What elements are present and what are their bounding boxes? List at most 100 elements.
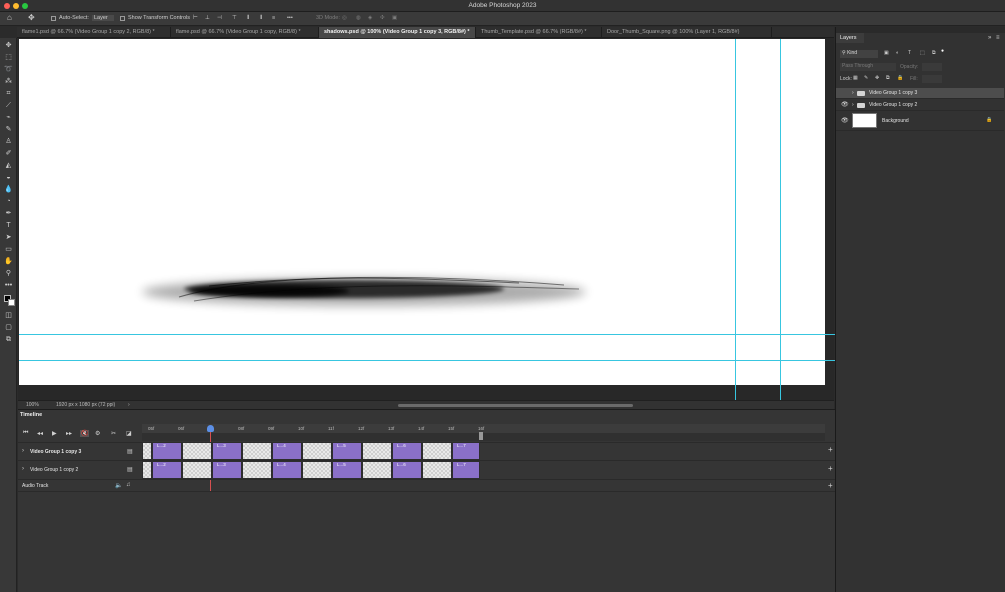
zoom-level[interactable]: 100% [26,402,39,408]
visibility-eye-icon[interactable]: 👁 [841,117,849,124]
expand-arrow-icon[interactable]: › [852,90,854,96]
transition-icon[interactable]: ◪ [126,430,132,437]
layer-row-group-copy-2[interactable]: 👁 › Video Group 1 copy 2 [836,99,1004,111]
clip[interactable] [182,461,212,479]
layer-row-group-copy-3[interactable]: › Video Group 1 copy 3 [836,88,1004,99]
lock-position-icon[interactable]: ✥ [875,75,879,81]
crop-tool-icon[interactable]: ⌗ [4,89,13,98]
status-menu-icon[interactable]: › [128,402,130,408]
filter-smart-icon[interactable]: ⧉ [932,50,936,56]
clip[interactable] [422,442,452,460]
history-brush-icon[interactable]: ✐ [4,149,13,158]
clip[interactable] [142,442,152,460]
3d-roll-icon[interactable]: ◍ [356,15,361,21]
opacity-field[interactable] [922,63,942,71]
blur-tool-icon[interactable]: 💧 [4,185,13,194]
filter-toggle-icon[interactable]: ● [941,48,944,54]
pen-tool-icon[interactable]: ✒ [4,209,13,218]
clip[interactable]: L...7 [452,442,480,460]
dodge-tool-icon[interactable]: ◔ [4,197,13,206]
background-color-swatch[interactable] [8,299,15,306]
home-icon[interactable]: ⌂ [7,13,12,22]
tab-flame1[interactable]: flame1.psd @ 66.7% (Video Group 1 copy 2… [17,27,171,38]
track-media-icon[interactable]: ▤ [127,466,133,473]
horizontal-scrollbar[interactable] [398,404,633,407]
add-audio-icon[interactable]: + [828,481,833,490]
rectangle-tool-icon[interactable]: ▭ [4,245,13,254]
clip[interactable]: L...6 [392,442,422,460]
stamp-tool-icon[interactable]: ♙ [4,137,13,146]
layers-tab[interactable]: Layers [836,33,864,43]
clip[interactable] [302,442,332,460]
lasso-tool-icon[interactable]: ➰ [4,65,13,74]
clip[interactable]: L...4 [272,461,302,479]
more-options-icon[interactable]: ••• [287,15,293,21]
distribute-h-icon[interactable]: ⫴ [260,15,262,22]
lock-transparent-icon[interactable]: ▦ [853,75,858,81]
paint-bucket-icon[interactable]: ◒ [4,173,13,182]
work-area-end-handle[interactable] [479,432,483,440]
mute-audio-icon[interactable]: 🔇 [80,430,90,437]
clip[interactable]: L...6 [392,461,422,479]
align-top-icon[interactable]: ⊤ [232,15,237,21]
show-transform-checkbox[interactable] [120,16,125,21]
tab-door-thumb[interactable]: Door_Thumb_Square.png @ 100% (Layer 1, R… [602,27,772,38]
first-frame-icon[interactable]: ⏮ [23,430,28,437]
align-right-icon[interactable]: ⊣ [217,15,222,21]
3d-drag-icon[interactable]: ◈ [368,15,372,21]
visibility-eye-icon[interactable]: 👁 [841,101,849,108]
quick-mask-icon[interactable]: ◫ [4,311,13,320]
clip[interactable]: L...2 [152,442,182,460]
work-area-bar[interactable] [142,433,825,441]
zoom-tool-icon[interactable]: ⚲ [4,269,13,278]
filter-type-icon[interactable]: T [908,50,911,56]
clip[interactable] [422,461,452,479]
filter-shape-icon[interactable]: ⬚ [920,50,925,56]
expand-arrow-icon[interactable]: › [852,102,854,108]
screen-mode-icon[interactable]: ▢ [4,323,13,332]
3d-scale-icon[interactable]: ▣ [392,15,397,21]
filter-pixel-icon[interactable]: ▣ [884,50,889,56]
fill-field[interactable] [922,75,942,83]
eraser-tool-icon[interactable]: ◭ [4,161,13,170]
playhead[interactable] [207,425,214,432]
distribute-v-icon[interactable]: ≡ [272,15,275,21]
add-media-icon[interactable]: + [828,445,833,454]
filter-kind-dropdown[interactable]: ⚲ Kind [840,50,878,58]
3d-slide-icon[interactable]: ✣ [380,15,385,21]
time-ruler[interactable]: 05f 06f 08f 09f 10f 11f 12f 13f 14f 15f … [142,424,825,433]
play-icon[interactable]: ▶ [52,430,57,437]
brush-tool-icon[interactable]: ✎ [4,125,13,134]
audio-volume-icon[interactable]: 🔈 [115,482,122,489]
guide-horizontal-2[interactable] [19,360,835,361]
artboard-icon[interactable]: ⧉ [4,335,13,344]
align-center-icon[interactable]: ⊥ [205,15,210,21]
next-frame-icon[interactable]: ▸▸ [66,430,72,437]
clip[interactable]: L...4 [272,442,302,460]
clip[interactable] [302,461,332,479]
lock-artboard-icon[interactable]: ⧉ [886,75,890,81]
clip[interactable]: L...5 [332,461,362,479]
clip[interactable] [362,442,392,460]
audio-note-icon[interactable]: ♫ [126,482,131,488]
blend-mode-dropdown[interactable]: Pass Through [840,63,896,71]
collapse-panel-icon[interactable]: » [988,35,991,41]
previous-frame-icon[interactable]: ◂◂ [37,430,43,437]
clip[interactable] [182,442,212,460]
move-tool-icon[interactable]: ✥ [4,41,13,50]
magic-wand-icon[interactable]: ⁂ [4,77,13,86]
filter-adjust-icon[interactable]: ◐ [896,50,899,56]
clip[interactable]: L...7 [452,461,480,479]
clip[interactable]: L...3 [212,461,242,479]
healing-brush-icon[interactable]: ⌁ [4,113,13,122]
guide-vertical-1[interactable] [735,39,736,400]
auto-select-dropdown[interactable]: Layer [92,15,114,21]
timeline-settings-icon[interactable]: ⚙ [95,430,100,437]
lock-all-icon[interactable]: 🔒 [897,75,903,81]
align-left-icon[interactable]: ⊢ [193,15,198,21]
clip[interactable] [242,442,272,460]
tab-thumb-template[interactable]: Thumb_Template.psd @ 66.7% (RGB/8#) * [476,27,602,38]
lock-pixels-icon[interactable]: ✎ [864,75,868,81]
type-tool-icon[interactable]: T [4,221,13,230]
guide-vertical-2[interactable] [780,39,781,400]
